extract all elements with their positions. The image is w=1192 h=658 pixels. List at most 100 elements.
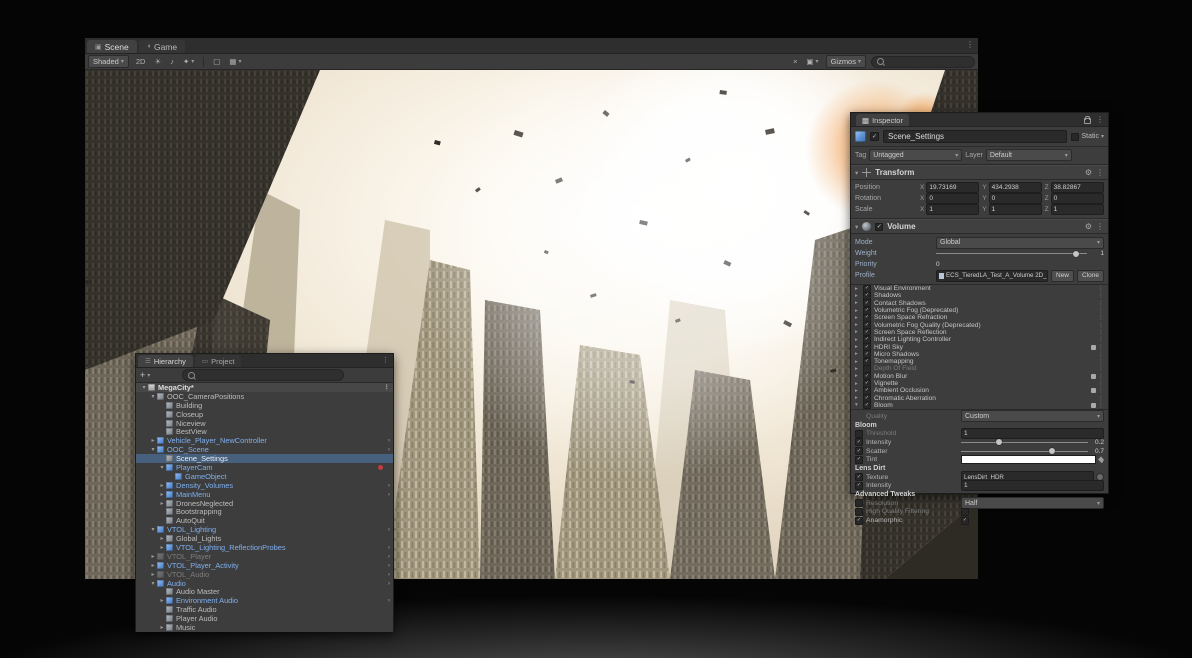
eyedropper-icon[interactable] (1098, 456, 1104, 463)
hierarchy-row[interactable]: AutoQuit (136, 516, 393, 525)
foldout-arrow[interactable]: ▸ (855, 366, 863, 372)
hierarchy-row[interactable]: ▸Music (136, 623, 393, 632)
hierarchy-row[interactable]: Bootstrapping (136, 507, 393, 516)
foldout-arrow[interactable]: ▸ (855, 351, 863, 357)
foldout-arrow[interactable]: ▸ (158, 624, 166, 631)
override-row[interactable]: ▸✓Tonemapping⋮ (851, 358, 1108, 365)
override-menu-icon[interactable]: ⋮ (1098, 387, 1104, 394)
override-row[interactable]: ▸✓Motion Blur⋮ (851, 373, 1108, 380)
hierarchy-row[interactable]: Traffic Audio (136, 605, 393, 614)
profile-object-field[interactable]: ECS_TieredLA_Test_A_Volume 2D_Inv M (936, 270, 1048, 282)
property-override-checkbox[interactable]: ✓ (855, 447, 863, 455)
property-override-checkbox[interactable] (855, 508, 863, 516)
gameobject-name-field[interactable]: Scene_Settings (883, 130, 1067, 143)
override-checkbox[interactable]: ✓ (863, 401, 871, 409)
override-menu-icon[interactable]: ⋮ (1098, 358, 1104, 365)
property-override-checkbox[interactable] (855, 430, 863, 438)
hierarchy-row[interactable]: Audio Master (136, 587, 393, 596)
hierarchy-row[interactable]: ▾OOC_CameraPositions (136, 392, 393, 401)
weight-slider[interactable] (936, 249, 1087, 258)
profile-clone-button[interactable]: Clone (1077, 270, 1104, 282)
override-menu-icon[interactable]: ⋮ (1098, 380, 1104, 387)
foldout-arrow[interactable]: ▸ (855, 344, 863, 350)
override-row[interactable]: ▸✓Shadows⋮ (851, 292, 1108, 299)
hierarchy-row[interactable]: ▸Vehicle_Player_NewController› (136, 436, 393, 445)
foldout-arrow[interactable]: ▸ (855, 300, 863, 306)
panel-menu-icon[interactable]: ⋮ (382, 356, 389, 364)
foldout-arrow[interactable]: ▾ (149, 446, 157, 453)
hierarchy-row[interactable]: Niceview (136, 419, 393, 428)
hierarchy-row[interactable]: ▸DronesNeglected (136, 499, 393, 508)
volume-component-header[interactable]: ▾ ✓ Volume ⚙ ⋮ (851, 219, 1108, 234)
foldout-arrow[interactable]: ▸ (855, 388, 863, 394)
y-value-field[interactable]: 1 (989, 204, 1042, 215)
foldout-arrow[interactable]: ▸ (149, 553, 157, 560)
layer-dropdown[interactable]: Default ▾ (986, 149, 1072, 161)
foldout-arrow[interactable]: ▾ (855, 402, 863, 408)
scene-menu-icon[interactable]: ⋮ (384, 383, 391, 391)
property-override-checkbox[interactable]: ✓ (855, 517, 863, 525)
grid-toggle-icon[interactable]: ▦▾ (227, 56, 243, 67)
hierarchy-row[interactable]: ▸VTOL_Lighting_ReflectionProbes› (136, 543, 393, 552)
foldout-arrow[interactable]: ▸ (158, 482, 166, 489)
override-menu-icon[interactable]: ⋮ (1098, 292, 1104, 299)
lock-icon[interactable] (1084, 118, 1091, 124)
property-checkbox[interactable]: ✓ (961, 517, 969, 525)
hierarchy-row[interactable]: Player Audio (136, 614, 393, 623)
effects-toggle-icon[interactable]: ✦▾ (181, 56, 196, 67)
toggle-2d-button[interactable]: 2D (134, 56, 148, 67)
hierarchy-row[interactable]: ▾MegaCity*⋮ (136, 383, 393, 392)
tag-dropdown[interactable]: Untagged ▾ (869, 149, 962, 161)
foldout-arrow[interactable]: ▾ (855, 223, 858, 231)
override-menu-icon[interactable]: ⋮ (1098, 307, 1104, 314)
prefab-open-arrow-icon[interactable]: › (388, 553, 390, 560)
foldout-arrow[interactable]: ▸ (855, 308, 863, 314)
z-value-field[interactable]: 38.82867 (1051, 182, 1104, 193)
property-override-checkbox[interactable]: ✓ (855, 456, 863, 464)
hierarchy-row[interactable]: ▸Environment Audio› (136, 596, 393, 605)
volume-enabled-checkbox[interactable]: ✓ (875, 223, 883, 231)
window-menu-icon[interactable]: ⋮ (966, 40, 974, 49)
foldout-arrow[interactable]: ▸ (855, 395, 863, 401)
prefab-open-arrow-icon[interactable]: › (388, 562, 390, 569)
component-menu-icon[interactable]: ⋮ (1096, 222, 1104, 231)
tab-project[interactable]: ▭ Project (195, 355, 242, 367)
prefab-open-arrow-icon[interactable]: › (388, 544, 390, 551)
property-override-checkbox[interactable]: ✓ (855, 473, 863, 481)
gear-icon[interactable] (1091, 388, 1096, 393)
override-menu-icon[interactable]: ⋮ (1098, 336, 1104, 343)
override-row[interactable]: ▸Depth Of Field⋮ (851, 365, 1108, 372)
x-value-field[interactable]: 1 (926, 204, 979, 215)
y-value-field[interactable]: 434.2938 (989, 182, 1042, 193)
foldout-arrow[interactable]: ▸ (158, 535, 166, 542)
override-menu-icon[interactable]: ⋮ (1098, 300, 1104, 307)
override-menu-icon[interactable]: ⋮ (1098, 373, 1104, 380)
foldout-arrow[interactable]: ▾ (158, 464, 166, 471)
hierarchy-row[interactable]: Building (136, 401, 393, 410)
lighting-toggle-icon[interactable]: ☀ (152, 56, 163, 67)
prefab-open-arrow-icon[interactable]: › (388, 571, 390, 578)
override-row[interactable]: ▸✓Volumetric Fog Quality (Deprecated)⋮ (851, 321, 1108, 328)
hierarchy-row[interactable]: ▸MainMenu› (136, 490, 393, 499)
z-value-field[interactable]: 0 (1051, 193, 1104, 204)
hierarchy-row[interactable]: ▾OOC_Scene› (136, 445, 393, 454)
foldout-arrow[interactable]: ▸ (855, 359, 863, 365)
scene-search-input[interactable] (871, 56, 975, 68)
foldout-arrow[interactable]: ▸ (855, 315, 863, 321)
mode-dropdown[interactable]: Global ▾ (936, 237, 1104, 249)
audio-toggle-icon[interactable]: ♪ (168, 56, 176, 67)
foldout-arrow[interactable]: ▸ (855, 337, 863, 343)
color-swatch[interactable] (961, 455, 1096, 464)
hierarchy-search-input[interactable] (182, 369, 344, 381)
foldout-arrow[interactable]: ▸ (855, 286, 863, 292)
foldout-arrow[interactable]: ▸ (855, 293, 863, 299)
prefab-open-arrow-icon[interactable]: › (388, 526, 390, 533)
prefab-open-arrow-icon[interactable]: › (388, 597, 390, 604)
hierarchy-row[interactable]: ▸Density_Volumes› (136, 481, 393, 490)
static-checkbox[interactable] (1071, 133, 1079, 141)
panel-menu-icon[interactable]: ⋮ (1096, 115, 1104, 124)
foldout-arrow[interactable]: ▸ (149, 437, 157, 444)
hierarchy-row[interactable]: ▾VTOL_Lighting› (136, 525, 393, 534)
hierarchy-row[interactable]: ▸VTOL_Audio› (136, 570, 393, 579)
tab-hierarchy[interactable]: ☰ Hierarchy (138, 355, 193, 367)
